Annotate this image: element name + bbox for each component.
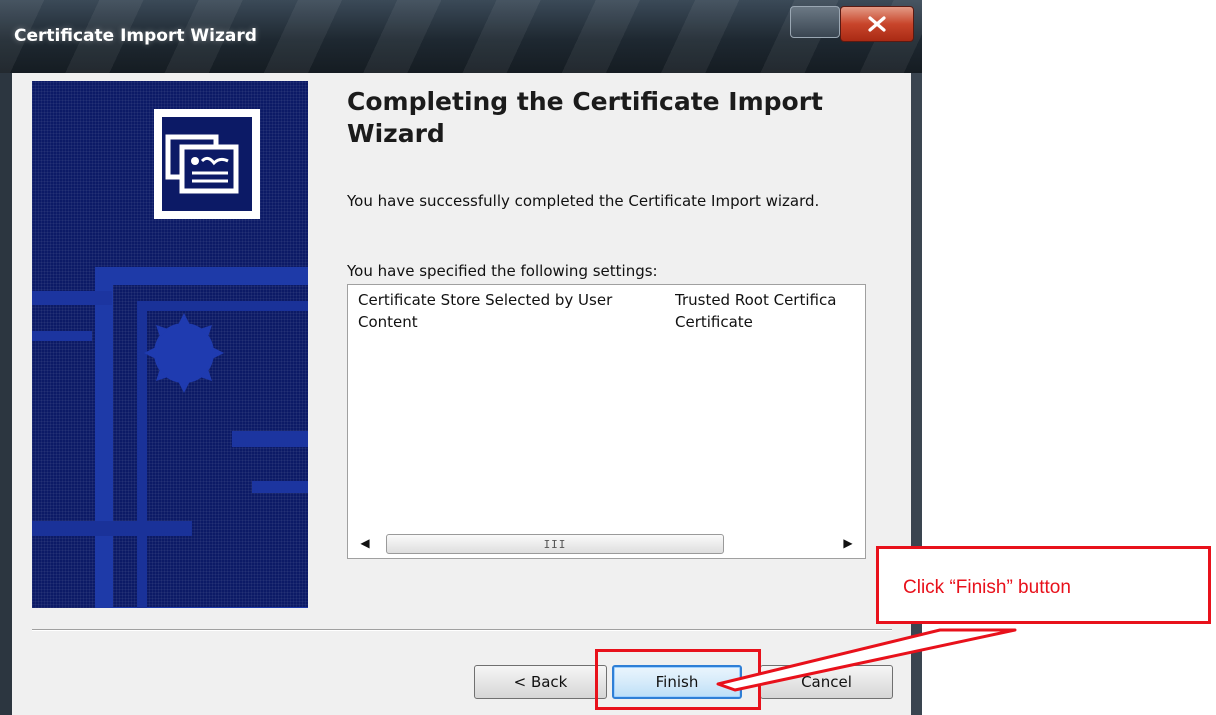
scroll-left-icon[interactable]: ◀ bbox=[350, 528, 380, 558]
list-item[interactable]: Content Certificate bbox=[348, 313, 865, 335]
wizard-banner bbox=[32, 81, 308, 608]
title-bar: Certificate Import Wizard bbox=[0, 0, 922, 73]
scroll-right-icon[interactable]: ▶ bbox=[833, 528, 863, 558]
close-button[interactable] bbox=[840, 6, 914, 42]
certificate-illustration bbox=[32, 109, 308, 608]
window-title: Certificate Import Wizard bbox=[14, 26, 257, 46]
horizontal-scrollbar[interactable]: ◀ III ▶ bbox=[348, 528, 865, 558]
scrollbar-thumb[interactable]: III bbox=[386, 534, 724, 554]
cancel-button[interactable]: Cancel bbox=[760, 665, 893, 699]
setting-value: Trusted Root Certifica bbox=[675, 291, 837, 309]
scrollbar-grip: III bbox=[543, 537, 567, 551]
wizard-window: Certificate Import Wizard Completing the… bbox=[0, 0, 922, 715]
minimize-button[interactable] bbox=[790, 6, 840, 38]
dialog-body: Completing the Certificate Import Wizard… bbox=[12, 73, 911, 715]
setting-name: Certificate Store Selected by User bbox=[358, 291, 613, 309]
close-icon bbox=[867, 16, 887, 32]
settings-label: You have specified the following setting… bbox=[347, 262, 658, 280]
back-button[interactable]: < Back bbox=[474, 665, 607, 699]
setting-value: Certificate bbox=[675, 313, 753, 331]
annotation-callout: Click “Finish” button bbox=[876, 546, 1211, 624]
annotation-text: Click “Finish” button bbox=[903, 577, 1071, 598]
list-item[interactable]: Certificate Store Selected by User Trust… bbox=[348, 291, 865, 313]
settings-list[interactable]: Certificate Store Selected by User Trust… bbox=[347, 284, 866, 559]
page-title: Completing the Certificate Import Wizard bbox=[347, 87, 824, 148]
completion-message: You have successfully completed the Cert… bbox=[347, 192, 820, 210]
finish-highlight-box bbox=[595, 649, 761, 710]
setting-name: Content bbox=[358, 313, 418, 331]
divider bbox=[32, 629, 892, 631]
